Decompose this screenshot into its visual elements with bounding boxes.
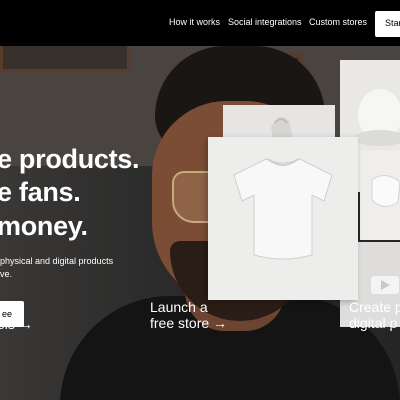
mask-icon	[371, 175, 400, 207]
link-channels[interactable]: els →	[0, 316, 33, 332]
link-line: free store →	[150, 315, 228, 331]
link-line: Create p	[349, 299, 400, 315]
nav-how-it-works[interactable]: How it works	[169, 17, 220, 27]
link-create-products[interactable]: Create p digital p	[349, 299, 400, 331]
top-navigation: How it works Social integrations Custom …	[0, 0, 400, 46]
start-button[interactable]: Star	[375, 11, 400, 37]
nav-social-integrations[interactable]: Social integrations	[228, 17, 302, 27]
nav-custom-stores[interactable]: Custom stores	[309, 17, 367, 27]
link-line: Launch a	[150, 299, 208, 315]
tshirt-icon	[233, 158, 333, 260]
link-line: digital p	[349, 315, 398, 331]
product-card-mask	[360, 150, 400, 240]
play-icon	[381, 280, 390, 290]
product-mockups	[0, 46, 400, 400]
link-launch-store[interactable]: Launch a free store →	[150, 299, 227, 331]
product-card-tshirt	[208, 137, 358, 300]
